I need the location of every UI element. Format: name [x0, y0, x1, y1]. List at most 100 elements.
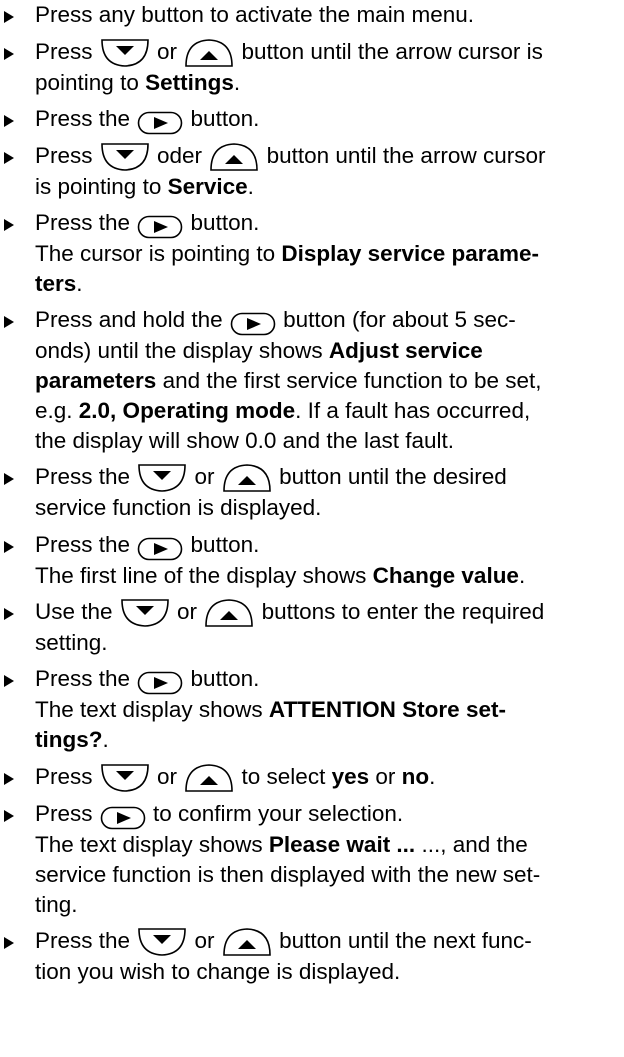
step-text-run: oder [150, 143, 209, 168]
step-text-run: the display will show 0.0 and the last f… [35, 428, 454, 453]
right-arrow-button-icon [100, 806, 146, 830]
emphasized-term: Service [167, 174, 248, 199]
step-line: Press the button. [35, 104, 620, 135]
instruction-step: Press the button. The cursor is pointing … [0, 208, 620, 299]
up-arrow-button-icon [184, 38, 234, 68]
step-line: The first line of the display shows Chan… [35, 561, 620, 591]
step-text-run: or [188, 928, 221, 953]
step-text-run: Press [35, 764, 99, 789]
emphasized-term: Change value [372, 563, 519, 588]
down-arrow-button-icon [100, 38, 150, 68]
step-text-run: button. [184, 666, 260, 691]
step-text-run: ..., and the [415, 832, 528, 857]
step-line: Press or button until the arrow cursor i… [35, 37, 620, 68]
step-line: The text display shows Please wait ... .… [35, 830, 620, 860]
step-text: Press the or button until the desired ser… [35, 462, 620, 523]
bullet-arrow-icon [4, 773, 14, 785]
down-arrow-button-icon [137, 927, 187, 957]
step-text-run: button until the arrow cursor is [235, 39, 543, 64]
emphasized-term: parameters [35, 368, 157, 393]
right-arrow-button-icon [137, 111, 183, 135]
emphasized-term: 2.0, Operating mode [78, 398, 296, 423]
step-text-run: . If a fault has occurred, [295, 398, 531, 423]
instruction-step: Use the or buttons to enter the required… [0, 597, 620, 658]
step-text-run: or [150, 39, 184, 64]
step-text-run: or [188, 464, 221, 489]
step-text-run: button. [184, 106, 260, 131]
instruction-step: Press the or button until the desired ser… [0, 462, 620, 523]
emphasized-term: yes [331, 764, 370, 789]
up-arrow-button-icon [222, 927, 272, 957]
step-text: Press the button. The text display shows … [35, 664, 620, 755]
step-line: Press the or button until the desired [35, 462, 620, 493]
bullet-arrow-icon [4, 937, 14, 949]
instruction-step: Press or to select yes or no. [0, 762, 620, 793]
instruction-step: Press or button until the arrow cursor i… [0, 37, 620, 98]
emphasized-term: Display service parame- [281, 241, 540, 266]
step-text-run: Press and hold the [35, 307, 229, 332]
step-text-run: . [247, 174, 254, 199]
step-line: Press to confirm your selection. [35, 799, 620, 830]
step-text-run: Press the [35, 532, 137, 557]
emphasized-term: Settings [145, 70, 234, 95]
step-text-run: . [102, 727, 109, 752]
step-line: Press the button. [35, 664, 620, 695]
emphasized-term: ATTENTION Store set- [268, 697, 506, 722]
instruction-step: Press oder button until the arrow cursor… [0, 141, 620, 202]
emphasized-term: tings? [35, 727, 103, 752]
step-line: Press the or button until the next func- [35, 926, 620, 957]
right-arrow-button-icon [137, 215, 183, 239]
right-arrow-button-icon [230, 312, 276, 336]
step-text-run: tion you wish to change is displayed. [35, 959, 401, 984]
step-line: tings?. [35, 725, 620, 755]
step-text-run: ting. [35, 892, 78, 917]
up-arrow-button-icon [222, 463, 272, 493]
up-arrow-button-icon [209, 142, 259, 172]
step-line: Press or to select yes or no. [35, 762, 620, 793]
step-text-run: button until the next func- [272, 928, 532, 953]
step-text-run: button until the arrow cursor [260, 143, 546, 168]
step-text-run: The first line of the display shows [35, 563, 373, 588]
emphasized-term: ters [35, 271, 77, 296]
step-text-run: pointing to [35, 70, 146, 95]
step-text-run: to select [235, 764, 332, 789]
bullet-arrow-icon [4, 219, 14, 231]
bullet-arrow-icon [4, 11, 14, 23]
instruction-step: Press the button. The text display shows … [0, 664, 620, 755]
instruction-step: Press and hold the button (for about 5 s… [0, 305, 620, 456]
down-arrow-button-icon [120, 598, 170, 628]
down-arrow-button-icon [100, 142, 150, 172]
step-line: pointing to Settings. [35, 68, 620, 98]
bullet-arrow-icon [4, 115, 14, 127]
right-arrow-button-icon [137, 537, 183, 561]
step-text-run: . [76, 271, 83, 296]
step-text-run: Press the [35, 928, 137, 953]
bullet-arrow-icon [4, 152, 14, 164]
step-text: Use the or buttons to enter the required… [35, 597, 620, 658]
up-arrow-button-icon [204, 598, 254, 628]
step-text-run: and the first service function to be set… [156, 368, 542, 393]
step-text: Press or button until the arrow cursor i… [35, 37, 620, 98]
emphasized-term: Please wait ... [268, 832, 416, 857]
step-text-run: Press the [35, 464, 137, 489]
step-text-run: or [369, 764, 402, 789]
instruction-step: Press the or button until the next func-… [0, 926, 620, 987]
step-text-run: Press any button to activate the main me… [35, 2, 474, 27]
step-text: Press and hold the button (for about 5 s… [35, 305, 620, 456]
step-line: is pointing to Service. [35, 172, 620, 202]
step-text-run: onds) until the display shows [35, 338, 329, 363]
step-line: Press oder button until the arrow cursor [35, 141, 620, 172]
bullet-arrow-icon [4, 48, 14, 60]
step-text-run: Press the [35, 666, 137, 691]
step-line: Press the button. [35, 530, 620, 561]
step-text: Press the button. The first line of the d… [35, 530, 620, 591]
step-text: Press to confirm your selection. The text… [35, 799, 620, 920]
emphasized-term: no [401, 764, 430, 789]
bullet-arrow-icon [4, 541, 14, 553]
down-arrow-button-icon [137, 463, 187, 493]
bullet-arrow-icon [4, 810, 14, 822]
step-line: ters. [35, 269, 620, 299]
instruction-step: Press the button. [0, 104, 620, 135]
instruction-step: Press the button. The first line of the d… [0, 530, 620, 591]
up-arrow-button-icon [184, 763, 234, 793]
